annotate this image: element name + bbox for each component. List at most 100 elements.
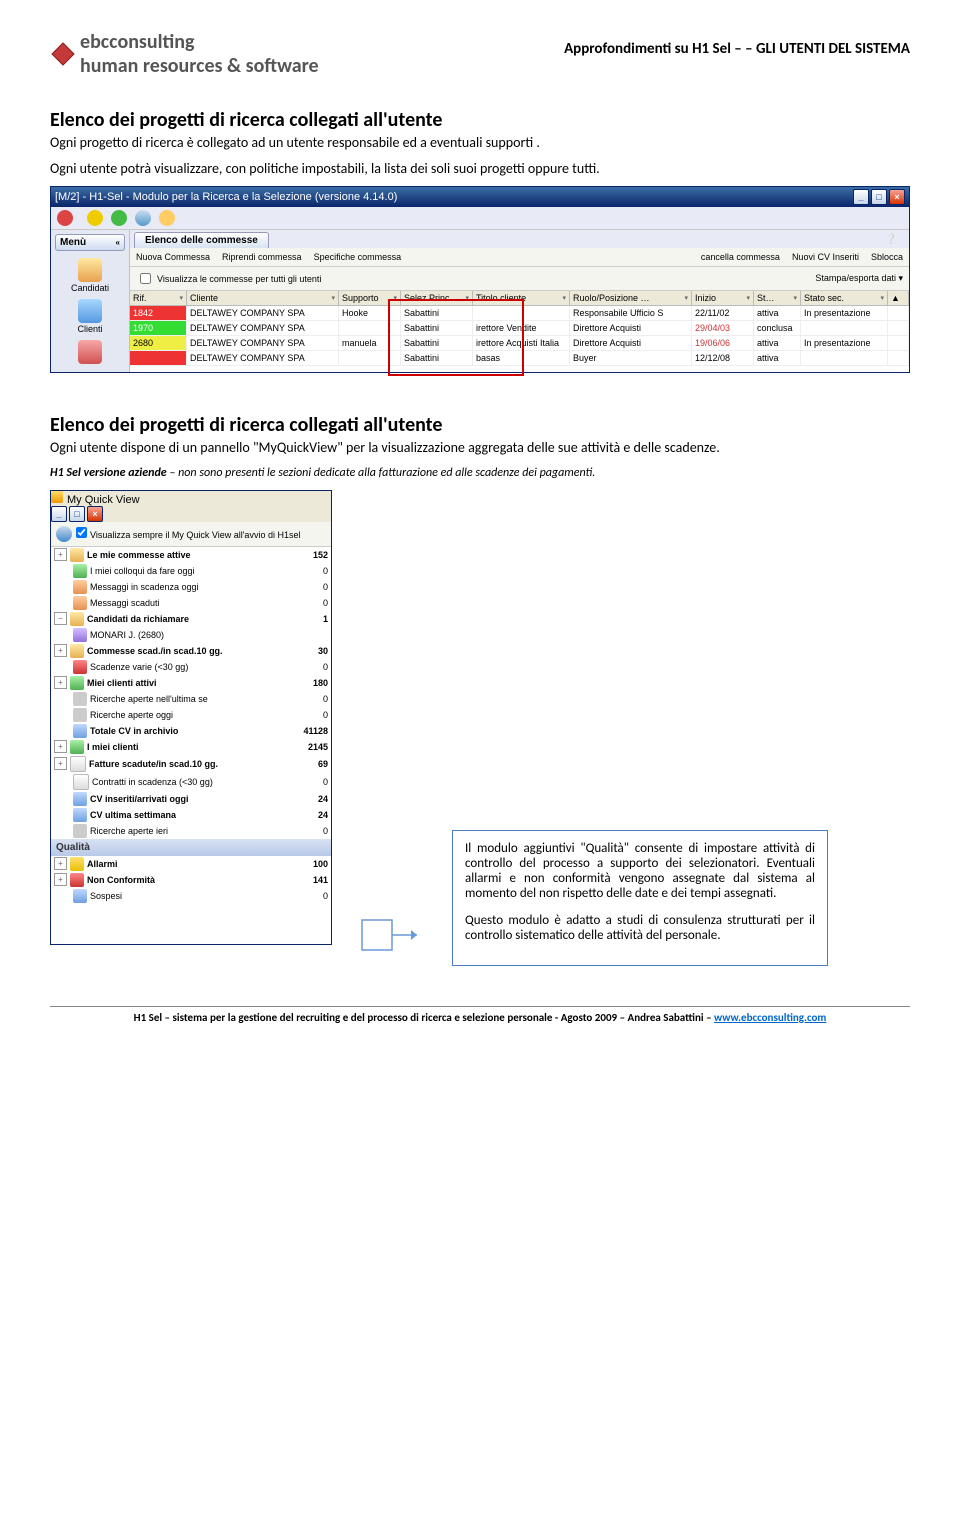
section1-body1: Ogni progetto di ricerca è collegato ad … <box>50 134 910 152</box>
column-header[interactable]: Rif. <box>130 291 187 305</box>
tree-value: 1 <box>288 614 328 624</box>
close-button[interactable]: × <box>889 189 905 205</box>
tree-item[interactable]: +Miei clienti attivi180 <box>51 675 331 691</box>
toolbar-icon[interactable] <box>111 210 127 226</box>
toolbar-button[interactable]: Sblocca <box>871 252 903 262</box>
section1-body2: Ogni utente potrà visualizzare, con poli… <box>50 160 910 178</box>
myquickview-window: My Quick View _ □ × Visualizza sempre il… <box>50 490 332 945</box>
tab-elenco-commesse[interactable]: Elenco delle commesse <box>134 232 269 248</box>
globe-icon <box>56 526 72 542</box>
grey-icon <box>73 824 87 838</box>
msg-icon <box>73 580 87 594</box>
tree-item[interactable]: +Commesse scad./in scad.10 gg.30 <box>51 643 331 659</box>
win-titlebar: [M/2] - H1-Sel - Modulo per la Ricerca e… <box>51 187 909 207</box>
mqv-checkbox-label[interactable]: Visualizza sempre il My Quick View all'a… <box>76 526 300 541</box>
toolbar-button[interactable]: cancella commessa <box>701 252 780 262</box>
tree-item[interactable]: CV inseriti/arrivati oggi24 <box>51 791 331 807</box>
mqv-titlebar: My Quick View _ □ × <box>51 491 331 522</box>
expand-icon[interactable]: + <box>54 548 67 561</box>
tree-item[interactable]: +Le mie commesse attive152 <box>51 547 331 563</box>
tree-value: 0 <box>288 582 328 592</box>
paper-icon <box>73 774 89 790</box>
scroll-up[interactable]: ▲ <box>888 291 909 305</box>
logo: ebcconsulting human resources & software <box>50 30 319 78</box>
tree-item[interactable]: Ricerche aperte ieri0 <box>51 823 331 839</box>
expand-icon[interactable]: + <box>54 757 67 770</box>
minimize-button[interactable]: _ <box>51 506 67 522</box>
head-icon <box>73 628 87 642</box>
tree-item[interactable]: Messaggi in scadenza oggi0 <box>51 579 331 595</box>
toolbar-button[interactable]: Nuova Commessa <box>136 252 210 262</box>
icon-toolbar <box>51 207 909 230</box>
tree-label: Non Conformità <box>87 875 288 885</box>
column-header[interactable]: Stato sec. <box>801 291 888 305</box>
help-icon[interactable]: ❔ <box>877 232 905 248</box>
tree-item[interactable]: Totale CV in archivio41128 <box>51 723 331 739</box>
tree-item[interactable]: Contratti in scadenza (<30 gg)0 <box>51 773 331 791</box>
close-button[interactable]: × <box>87 506 103 522</box>
collapse-icon[interactable]: − <box>54 612 67 625</box>
tree-item[interactable]: CV ultima settimana24 <box>51 807 331 823</box>
checkbox-tutti-utenti[interactable] <box>140 273 151 284</box>
tree-value: 24 <box>288 794 328 804</box>
toolbar-icon[interactable] <box>87 210 103 226</box>
header-title: Approfondimenti su H1 Sel – – GLI UTENTI… <box>564 30 910 58</box>
tree-item[interactable]: +Fatture scadute/in scad.10 gg.69 <box>51 755 331 773</box>
expand-icon[interactable]: + <box>54 873 67 886</box>
tree-label: MONARI J. (2680) <box>90 630 288 640</box>
sidebar-menu-header[interactable]: Menù « <box>55 234 125 251</box>
tree-label: Allarmi <box>87 859 288 869</box>
sidebar-item[interactable] <box>55 337 125 368</box>
tree-value: 141 <box>288 875 328 885</box>
tree-label: CV ultima settimana <box>90 810 288 820</box>
tree-item[interactable]: Ricerche aperte nell'ultima se0 <box>51 691 331 707</box>
maximize-button[interactable]: □ <box>69 506 85 522</box>
blue-icon <box>73 808 87 822</box>
tree-item[interactable]: Scadenze varie (<30 gg)0 <box>51 659 331 675</box>
toolbar-icon[interactable] <box>135 210 151 226</box>
tree-value: 0 <box>288 710 328 720</box>
tree-value: 0 <box>288 891 328 901</box>
tree-value: 30 <box>288 646 328 656</box>
sidebar-item[interactable]: Candidati <box>55 255 125 296</box>
tree-label: CV inseriti/arrivati oggi <box>90 794 288 804</box>
tree-item[interactable]: I miei colloqui da fare oggi0 <box>51 563 331 579</box>
section1-title: Elenco dei progetti di ricerca collegati… <box>50 108 910 132</box>
tree-item[interactable]: +Allarmi100 <box>51 856 331 872</box>
expand-icon[interactable]: + <box>54 644 67 657</box>
win-title: [M/2] - H1-Sel - Modulo per la Ricerca e… <box>55 191 397 203</box>
expand-icon[interactable]: + <box>54 676 67 689</box>
toolbar-icon[interactable] <box>57 210 73 226</box>
expand-icon[interactable]: + <box>54 740 67 753</box>
tree-item[interactable]: +I miei clienti2145 <box>51 739 331 755</box>
toolbar-button[interactable]: Specifiche commessa <box>314 252 402 262</box>
maximize-button[interactable]: □ <box>871 189 887 205</box>
tree-item[interactable]: −Candidati da richiamare1 <box>51 611 331 627</box>
print-export-dropdown[interactable]: Stampa/esporta dati ▾ <box>815 273 903 284</box>
tree-label: Le mie commesse attive <box>87 550 288 560</box>
mqv-checkbox[interactable] <box>76 527 87 538</box>
warn-icon <box>70 857 84 871</box>
tree-item[interactable]: Sospesi0 <box>51 888 331 904</box>
column-header[interactable]: Inizio <box>692 291 754 305</box>
tree-value: 24 <box>288 810 328 820</box>
sidebar-menu-label: Menù <box>60 237 86 248</box>
tree-item[interactable]: MONARI J. (2680) <box>51 627 331 643</box>
tree-label: Contratti in scadenza (<30 gg) <box>92 777 288 787</box>
tree-item[interactable]: Messaggi scaduti0 <box>51 595 331 611</box>
sidebar: Menù « CandidatiClienti <box>51 230 130 372</box>
column-header[interactable]: St… <box>754 291 801 305</box>
tree-item[interactable]: + Non Conformità141 <box>51 872 331 888</box>
toolbar-button[interactable]: Nuovi CV Inseriti <box>792 252 859 262</box>
column-header[interactable]: Cliente <box>187 291 339 305</box>
toolbar-button[interactable]: Riprendi commessa <box>222 252 302 262</box>
expand-icon[interactable]: + <box>54 857 67 870</box>
toolbar-icon[interactable] <box>159 210 175 226</box>
tree-label: Miei clienti attivi <box>87 678 288 688</box>
sidebar-item[interactable]: Clienti <box>55 296 125 337</box>
column-header[interactable]: Ruolo/Posizione … <box>570 291 692 305</box>
minimize-button[interactable]: _ <box>853 189 869 205</box>
info-p2: Questo modulo è adatto a studi di consul… <box>465 913 815 943</box>
footer-link[interactable]: www.ebcconsulting.com <box>714 1011 826 1024</box>
tree-item[interactable]: Ricerche aperte oggi0 <box>51 707 331 723</box>
